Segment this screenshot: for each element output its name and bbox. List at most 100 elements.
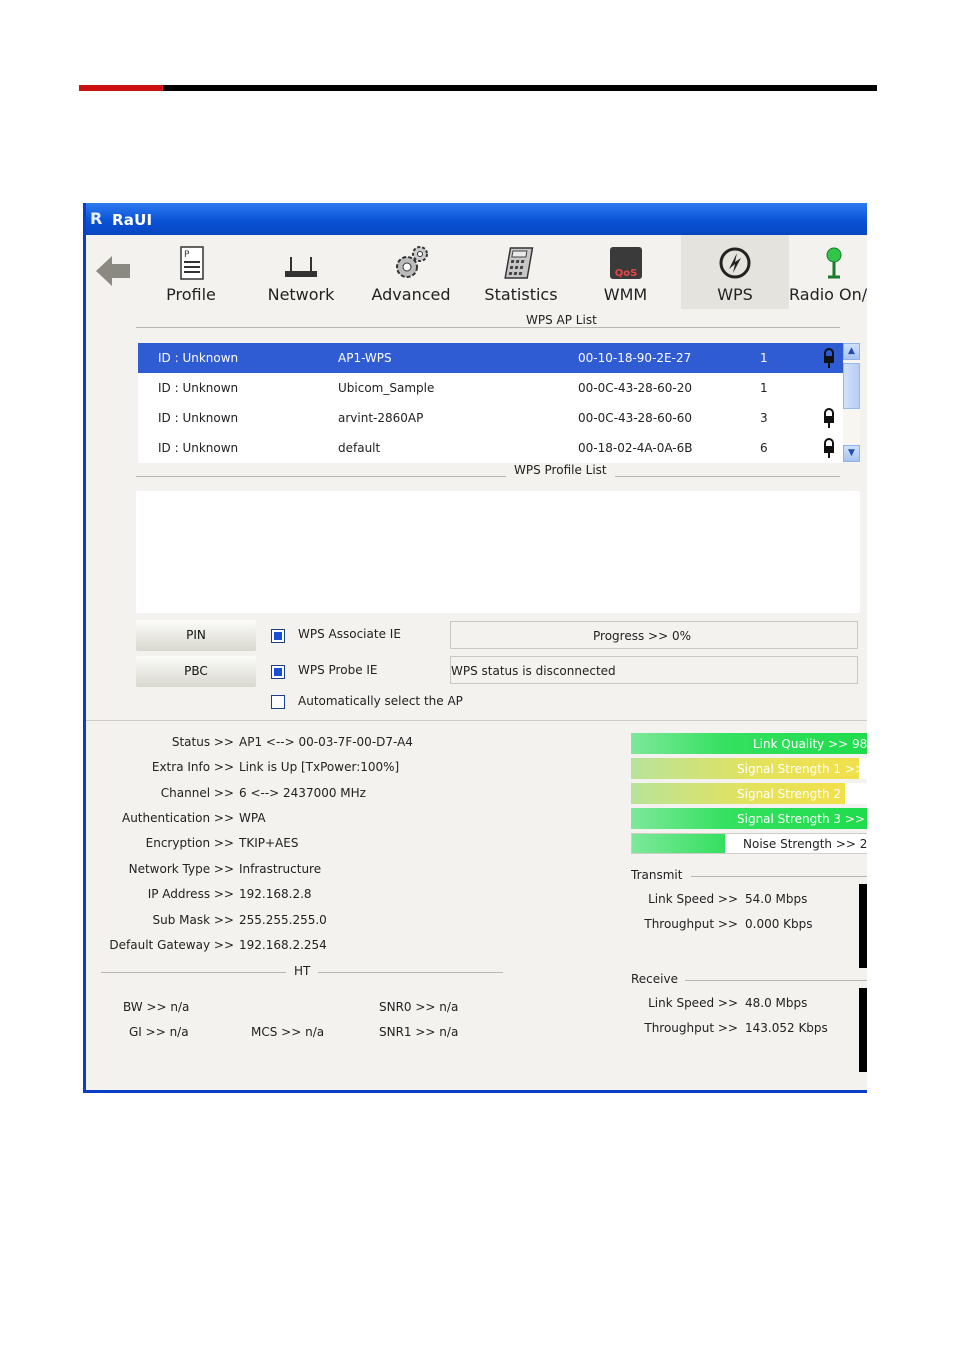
ap-channel: 3	[760, 411, 768, 425]
signal-strength-2-bar: Signal Strength 2 >> 6	[631, 783, 867, 804]
noise-strength-label: Noise Strength >> 26	[743, 837, 867, 851]
noise-strength-bar: Noise Strength >> 26	[631, 833, 867, 854]
signal-strength-3-bar: Signal Strength 3 >> 7	[631, 808, 867, 829]
title-bar: R RaUI	[86, 203, 867, 235]
scroll-up-icon[interactable]: ▲	[843, 343, 860, 360]
toolbar-profile[interactable]: P Profile	[146, 235, 236, 309]
signal-strength-2-label: Signal Strength 2 >> 6	[737, 787, 867, 801]
ap-channel: 1	[760, 381, 768, 395]
link-quality-label: Link Quality >> 98%	[753, 737, 867, 751]
wps-progress-text: Progress >> 0%	[593, 629, 691, 643]
ap-channel: 1	[760, 351, 768, 365]
wps-associate-ie-checkbox[interactable]	[271, 629, 285, 643]
pin-button[interactable]: PIN	[136, 620, 256, 651]
ap-list-title: WPS AP List	[518, 313, 605, 327]
transmit-divider	[691, 876, 867, 877]
toolbar-wps-label: WPS	[717, 285, 753, 304]
channel-value: 6 <--> 2437000 MHz	[239, 786, 366, 800]
pbc-button-label: PBC	[184, 664, 208, 678]
scroll-thumb[interactable]	[843, 363, 860, 409]
ap-id: ID : Unknown	[158, 441, 239, 455]
ap-list-scrollbar[interactable]: ▲ ▼	[843, 343, 860, 463]
svg-text:P: P	[184, 250, 190, 260]
network-type-value: Infrastructure	[239, 862, 322, 876]
ap-bssid: 00-0C-43-28-60-20	[578, 381, 693, 395]
scroll-down-icon[interactable]: ▼	[843, 445, 860, 462]
ap-ssid: AP1-WPS	[338, 351, 392, 365]
toolbar-network[interactable]: Network	[251, 235, 351, 309]
raui-window: R RaUI P Profile Network Advanced Statis…	[83, 203, 867, 1093]
ap-row[interactable]: ID : Unknown AP1-WPS 00-10-18-90-2E-27 1	[138, 343, 843, 373]
radio-on-icon	[826, 247, 842, 279]
auto-select-ap-checkbox[interactable]	[271, 695, 285, 709]
wps-status-text: WPS status is disconnected	[451, 664, 616, 678]
wps-icon	[719, 247, 751, 279]
ht-gi: GI >> n/a	[129, 1025, 189, 1039]
toolbar-wmm[interactable]: QoS WMM	[578, 235, 673, 309]
profile-icon: P	[180, 246, 204, 280]
ap-ssid: Ubicom_Sample	[338, 381, 435, 395]
qos-icon: QoS	[609, 247, 642, 279]
ap-bssid: 00-0C-43-28-60-60	[578, 411, 693, 425]
toolbar-radio[interactable]: Radio On/	[789, 235, 867, 309]
toolbar-profile-label: Profile	[166, 285, 216, 304]
profile-list-divider	[136, 476, 840, 477]
transmit-title: Transmit	[631, 868, 683, 882]
ap-row[interactable]: ID : Unknown arvint-2860AP 00-0C-43-28-6…	[138, 403, 843, 433]
toolbar-statistics-label: Statistics	[484, 285, 558, 304]
ap-list-divider	[136, 327, 840, 328]
toolbar-wmm-label: WMM	[603, 285, 648, 304]
toolbar-wps[interactable]: WPS	[681, 235, 789, 309]
pbc-button[interactable]: PBC	[136, 656, 256, 687]
ap-id: ID : Unknown	[158, 351, 239, 365]
ap-row[interactable]: ID : Unknown Ubicom_Sample 00-0C-43-28-6…	[138, 373, 843, 403]
toolbar-statistics[interactable]: Statistics	[471, 235, 571, 309]
ap-channel: 6	[760, 441, 768, 455]
toolbar-radio-label: Radio On/	[789, 285, 867, 304]
ht-snr1: SNR1 >> n/a	[379, 1025, 459, 1039]
window-title: RaUI	[112, 211, 153, 229]
receive-title: Receive	[631, 972, 678, 986]
profile-list-title: WPS Profile List	[506, 463, 615, 477]
back-arrow-icon[interactable]	[94, 253, 132, 289]
auto-select-ap-label: Automatically select the AP	[298, 694, 463, 708]
toolbar-network-label: Network	[267, 285, 335, 304]
gears-icon	[396, 246, 428, 278]
signal-strength-3-label: Signal Strength 3 >> 7	[737, 812, 867, 826]
lock-icon	[824, 408, 834, 428]
ap-bssid: 00-18-02-4A-0A-6B	[578, 441, 693, 455]
page-header-rule	[79, 85, 877, 91]
signal-strength-1-bar: Signal Strength 1 >> 6	[631, 758, 867, 779]
toolbar-advanced[interactable]: Advanced	[361, 235, 461, 309]
sub-mask-value: 255.255.255.0	[239, 913, 327, 927]
rx-throughput-value: 143.052 Kbps	[745, 1021, 828, 1035]
encryption-value: TKIP+AES	[239, 836, 299, 850]
rx-link-speed-value: 48.0 Mbps	[745, 996, 808, 1010]
noise-strength-fill	[632, 834, 725, 853]
router-icon	[285, 257, 317, 277]
ht-title: HT	[286, 964, 319, 978]
authentication-value: WPA	[239, 811, 266, 825]
wps-profile-list[interactable]	[136, 491, 860, 613]
tx-throughput-graph	[859, 884, 867, 968]
tx-throughput-value: 0.000 Kbps	[745, 917, 813, 931]
ap-list: ID : Unknown AP1-WPS 00-10-18-90-2E-27 1…	[138, 343, 858, 463]
status-panel: Status >> AP1 <--> 00-03-7F-00-D7-A4 Ext…	[86, 720, 867, 1090]
toolbar-advanced-label: Advanced	[371, 285, 451, 304]
lock-icon	[824, 438, 834, 458]
ht-snr0: SNR0 >> n/a	[379, 1000, 459, 1014]
ap-bssid: 00-10-18-90-2E-27	[578, 351, 692, 365]
toolbar: P Profile Network Advanced Statistics Qo…	[86, 235, 867, 311]
rx-throughput-graph	[859, 988, 867, 1072]
ap-id: ID : Unknown	[158, 381, 239, 395]
signal-strength-1-label: Signal Strength 1 >> 6	[737, 762, 867, 776]
status-value: AP1 <--> 00-03-7F-00-D7-A4	[239, 735, 413, 749]
wps-probe-ie-checkbox[interactable]	[271, 665, 285, 679]
ap-row[interactable]: ID : Unknown default 00-18-02-4A-0A-6B 6	[138, 433, 843, 463]
default-gateway-value: 192.168.2.254	[239, 938, 327, 952]
wps-progress-box: Progress >> 0%	[450, 621, 858, 649]
wps-associate-ie-label: WPS Associate IE	[298, 627, 401, 641]
page-header-accent	[79, 85, 163, 91]
wps-status-box: WPS status is disconnected	[450, 656, 858, 684]
pin-button-label: PIN	[186, 628, 206, 642]
